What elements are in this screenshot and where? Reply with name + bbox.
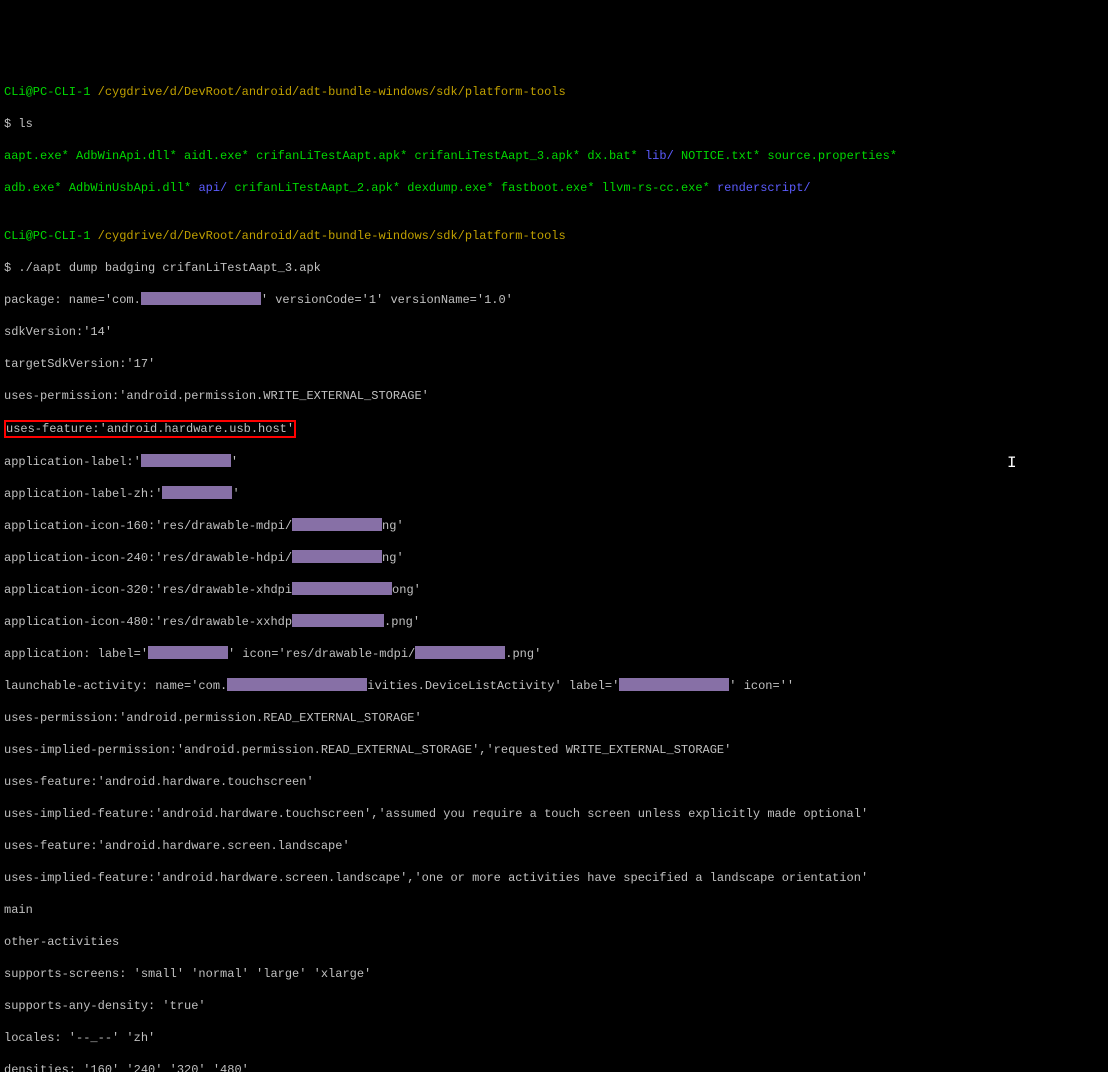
file-executable: AdbWinApi.dll*: [76, 149, 177, 163]
redacted-block: [227, 678, 367, 691]
output-implied-touchscreen: uses-implied-feature:'android.hardware.t…: [4, 806, 1104, 822]
output-implied-landscape: uses-implied-feature:'android.hardware.s…: [4, 870, 1104, 886]
file-executable: crifanLiTestAapt.apk*: [256, 149, 407, 163]
file-executable: AdbWinUsbApi.dll*: [69, 181, 191, 195]
redacted-block: [141, 454, 231, 467]
redacted-block: [292, 582, 392, 595]
prompt-path: /cygdrive/d/DevRoot/android/adt-bundle-w…: [98, 85, 566, 99]
command-line-2: $ ./aapt dump badging crifanLiTestAapt_3…: [4, 260, 1104, 276]
command-line-1: $ ls: [4, 116, 1104, 132]
redacted-block: [141, 292, 261, 305]
redacted-block: [148, 646, 228, 659]
output-sdk-version: sdkVersion:'14': [4, 324, 1104, 340]
redacted-block: [292, 614, 384, 627]
ls-row-2: adb.exe* AdbWinUsbApi.dll* api/ crifanLi…: [4, 180, 1104, 196]
file-executable: aidl.exe*: [184, 149, 249, 163]
prompt-line-2: CLi@PC-CLI-1 /cygdrive/d/DevRoot/android…: [4, 228, 1104, 244]
file-executable: adb.exe*: [4, 181, 62, 195]
redacted-block: [292, 518, 382, 531]
file-executable: dexdump.exe*: [407, 181, 493, 195]
output-permission-read: uses-permission:'android.permission.READ…: [4, 710, 1104, 726]
output-other-activities: other-activities: [4, 934, 1104, 950]
output-densities: densities: '160' '240' '320' '480': [4, 1062, 1104, 1072]
terminal-output[interactable]: CLi@PC-CLI-1 /cygdrive/d/DevRoot/android…: [4, 68, 1104, 1072]
output-package: package: name='com.' versionCode='1' ver…: [4, 292, 1104, 308]
output-launchable-activity: launchable-activity: name='com.ivities.D…: [4, 678, 1104, 694]
output-supports-screens: supports-screens: 'small' 'normal' 'larg…: [4, 966, 1104, 982]
output-app-label-zh: application-label-zh:'': [4, 486, 1104, 502]
prompt-user: CLi@PC-CLI-1: [4, 85, 90, 99]
redacted-block: [415, 646, 505, 659]
output-permission-write: uses-permission:'android.permission.WRIT…: [4, 388, 1104, 404]
redacted-block: [162, 486, 232, 499]
output-locales: locales: '--_--' 'zh': [4, 1030, 1104, 1046]
file-executable: crifanLiTestAapt_3.apk*: [415, 149, 581, 163]
command-text: ./aapt dump badging crifanLiTestAapt_3.a…: [18, 261, 320, 275]
file-executable: aapt.exe*: [4, 149, 69, 163]
output-main: main: [4, 902, 1104, 918]
command-text: ls: [18, 117, 32, 131]
file-executable: NOTICE.txt*: [681, 149, 760, 163]
output-uses-feature-usb-host: uses-feature:'android.hardware.usb.host': [4, 420, 1104, 438]
output-target-sdk: targetSdkVersion:'17': [4, 356, 1104, 372]
ls-row-1: aapt.exe* AdbWinApi.dll* aidl.exe* crifa…: [4, 148, 1104, 164]
redacted-block: [619, 678, 729, 691]
redacted-block: [292, 550, 382, 563]
output-feature-touchscreen: uses-feature:'android.hardware.touchscre…: [4, 774, 1104, 790]
output-app-label: application-label:'': [4, 454, 1104, 470]
highlighted-text: uses-feature:'android.hardware.usb.host': [4, 420, 296, 438]
output-feature-landscape: uses-feature:'android.hardware.screen.la…: [4, 838, 1104, 854]
output-implied-permission: uses-implied-permission:'android.permiss…: [4, 742, 1104, 758]
output-supports-density: supports-any-density: 'true': [4, 998, 1104, 1014]
file-executable: crifanLiTestAapt_2.apk*: [234, 181, 400, 195]
directory: api/: [198, 181, 227, 195]
output-icon-240: application-icon-240:'res/drawable-hdpi/…: [4, 550, 1104, 566]
directory: lib/: [645, 149, 674, 163]
prompt-user: CLi@PC-CLI-1: [4, 229, 90, 243]
directory: renderscript/: [717, 181, 811, 195]
output-icon-480: application-icon-480:'res/drawable-xxhdp…: [4, 614, 1104, 630]
output-application: application: label='' icon='res/drawable…: [4, 646, 1104, 662]
prompt-path: /cygdrive/d/DevRoot/android/adt-bundle-w…: [98, 229, 566, 243]
prompt-line-1: CLi@PC-CLI-1 /cygdrive/d/DevRoot/android…: [4, 84, 1104, 100]
file-executable: llvm-rs-cc.exe*: [602, 181, 710, 195]
file-executable: fastboot.exe*: [501, 181, 595, 195]
mouse-cursor-ibeam: I: [1007, 455, 1017, 471]
output-icon-160: application-icon-160:'res/drawable-mdpi/…: [4, 518, 1104, 534]
file-executable: dx.bat*: [587, 149, 637, 163]
output-icon-320: application-icon-320:'res/drawable-xhdpi…: [4, 582, 1104, 598]
file-executable: source.properties*: [767, 149, 897, 163]
